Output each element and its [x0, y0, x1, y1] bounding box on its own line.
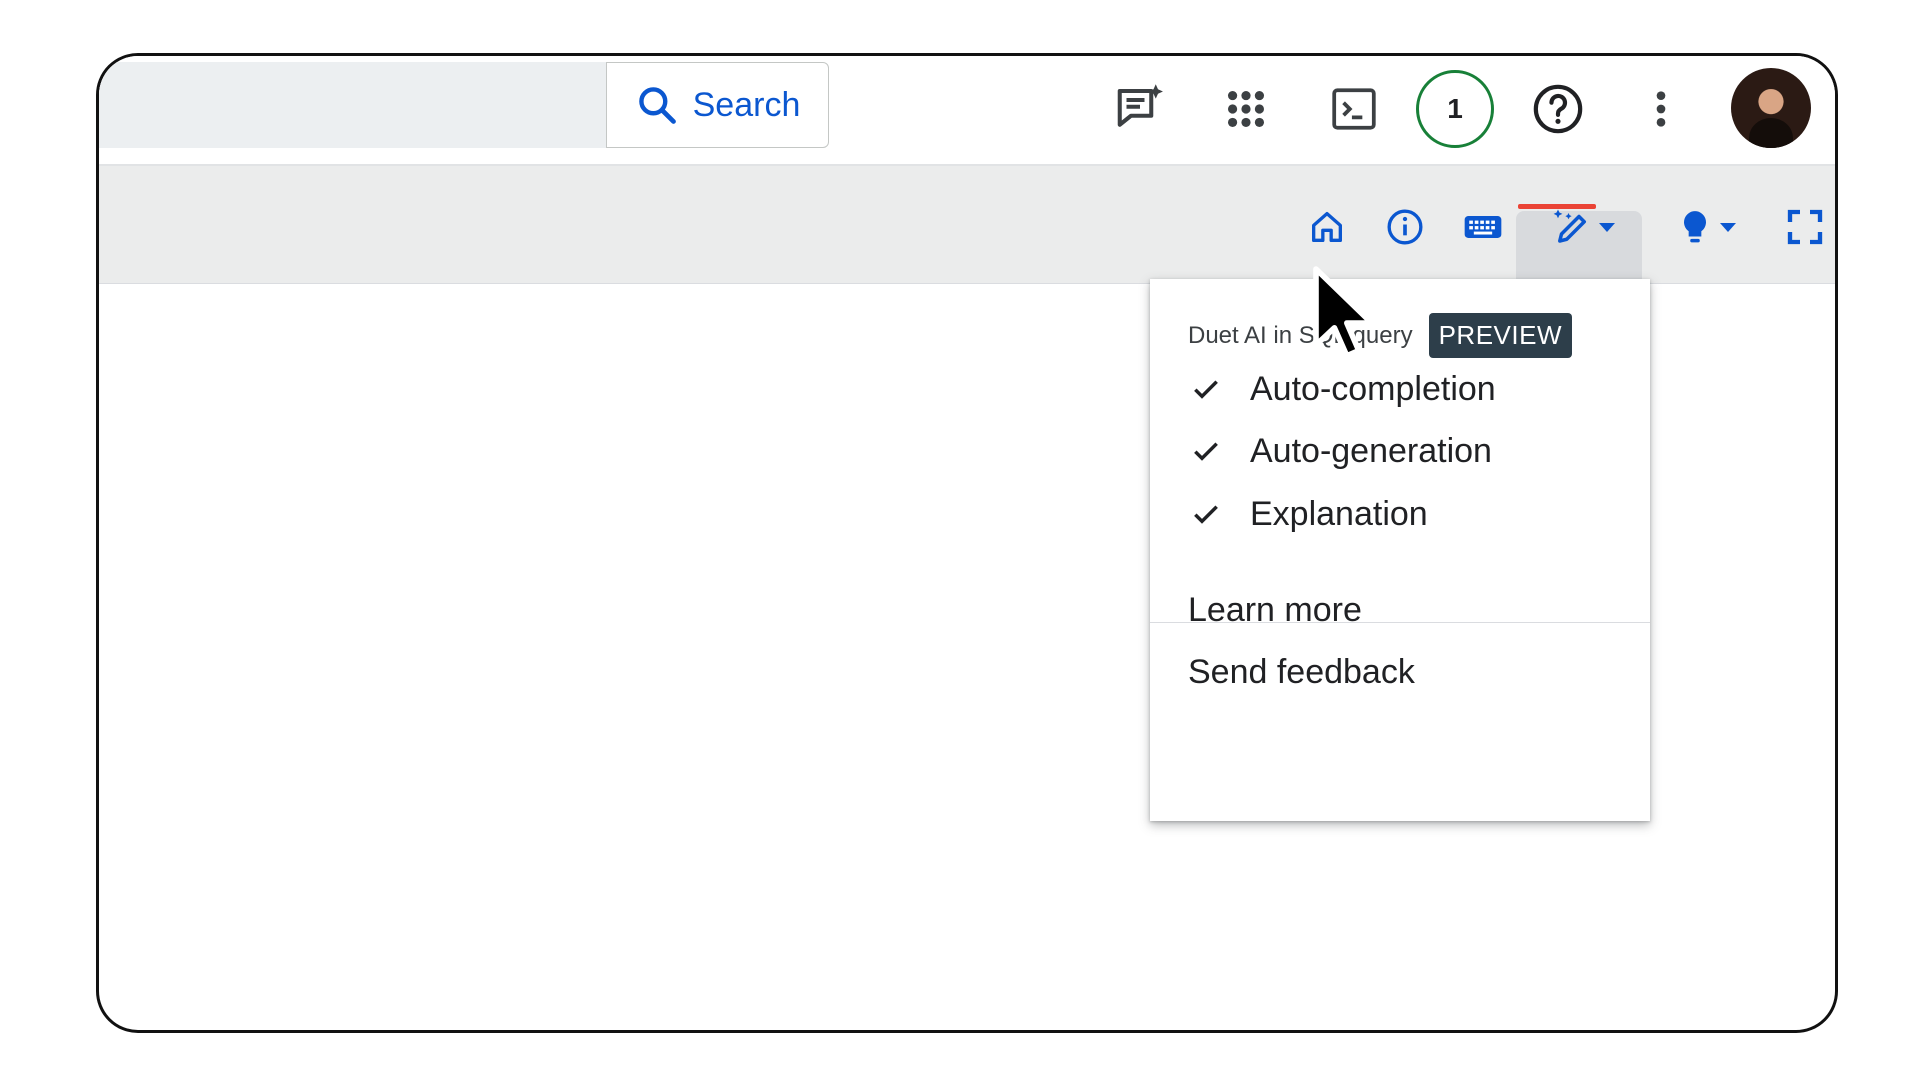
home-icon[interactable]	[1301, 196, 1353, 258]
preview-badge: PREVIEW	[1428, 313, 1572, 358]
app-window: Search 1 Duet AI in SQL query PREVIEW Au…	[96, 53, 1838, 1033]
search-icon	[638, 87, 676, 124]
chevron-down-icon	[1599, 223, 1615, 232]
apps-grid-icon[interactable]	[1213, 74, 1279, 144]
menu-item-label: Auto-completion	[1250, 369, 1496, 408]
notifications-count-badge[interactable]: 1	[1416, 70, 1494, 148]
editor-toolbar	[99, 166, 1835, 288]
menu-item-label: Explanation	[1250, 494, 1428, 533]
chevron-down-icon	[1720, 223, 1736, 232]
keyboard-icon[interactable]	[1453, 196, 1513, 258]
menu-item-auto-completion[interactable]: Auto-completion	[1150, 357, 1650, 421]
mouse-cursor-icon	[1313, 266, 1375, 359]
menu-item-label: Auto-generation	[1250, 431, 1492, 470]
duet-ai-dropdown-button[interactable]	[1539, 196, 1629, 258]
checkmark-icon	[1194, 442, 1218, 461]
menu-item-explanation[interactable]: Explanation	[1150, 482, 1650, 546]
learn-more-link[interactable]: Learn more	[1188, 591, 1362, 630]
checkmark-icon	[1194, 505, 1218, 524]
search-button-label: Search	[692, 85, 801, 124]
user-avatar[interactable]	[1731, 68, 1811, 148]
help-icon[interactable]	[1522, 72, 1594, 146]
cloud-shell-icon[interactable]	[1321, 74, 1387, 144]
menu-item-auto-generation[interactable]: Auto-generation	[1150, 419, 1650, 483]
search-input[interactable]	[99, 62, 609, 148]
duet-ai-pen-icon	[1553, 209, 1586, 243]
fullscreen-icon[interactable]	[1779, 196, 1831, 258]
top-bar: Search 1	[99, 56, 1835, 166]
info-icon[interactable]	[1379, 196, 1431, 258]
send-feedback-link[interactable]: Send feedback	[1188, 653, 1415, 692]
more-vert-icon[interactable]	[1639, 74, 1683, 144]
search-button[interactable]: Search	[606, 62, 829, 148]
gemini-chat-icon[interactable]	[1107, 74, 1173, 144]
checkmark-icon	[1194, 380, 1218, 399]
duet-ai-menu: Duet AI in SQL query PREVIEW Auto-comple…	[1150, 279, 1650, 821]
lightbulb-icon	[1684, 211, 1706, 243]
lightbulb-dropdown-button[interactable]	[1665, 196, 1749, 258]
